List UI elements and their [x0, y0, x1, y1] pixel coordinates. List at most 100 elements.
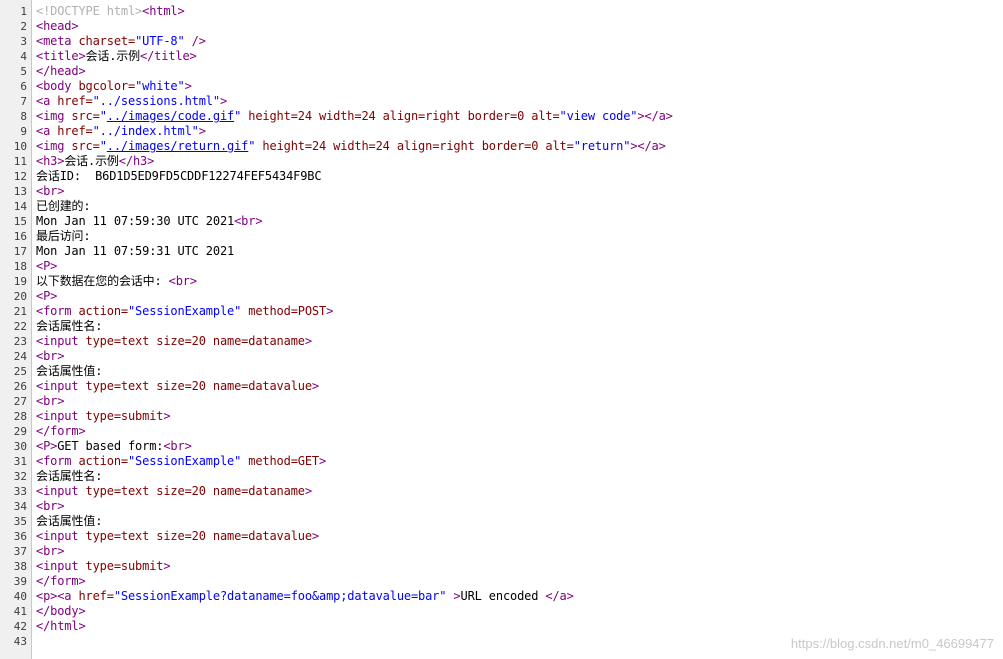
code-token: "white" [135, 79, 185, 93]
line-code: <h3>会话.示例</h3> [36, 154, 154, 169]
code-token: 最后访问: [36, 229, 91, 243]
line-code: <p><a href="SessionExample?dataname=foo&… [36, 589, 574, 604]
line-number: 32 [13, 470, 27, 483]
code-token: <P> [36, 289, 58, 303]
line-number: 24 [13, 350, 27, 363]
line-number: 4 [20, 50, 27, 63]
source-viewer[interactable]: 1 <!DOCTYPE html><html> 2 <head> 3 <meta char… [0, 0, 1003, 659]
code-token: > [219, 94, 228, 108]
source-line: 4 <title>会话.示例</title> [0, 49, 1003, 64]
code-token: /> [184, 34, 206, 48]
source-line: 22 会话属性名: [0, 319, 1003, 334]
line-code: <input type=text size=20 name=dataname> [36, 334, 312, 349]
line-code: <a href="../sessions.html"> [36, 94, 227, 109]
source-line: 25 会话属性值: [0, 364, 1003, 379]
code-token: "SessionExample" [127, 304, 242, 318]
code-token: ></a> [637, 109, 673, 123]
line-number: 3 [20, 35, 27, 48]
line-code: 会话属性名: [36, 319, 102, 334]
code-token: </form> [36, 424, 86, 438]
line-code: 最后访问: [36, 229, 91, 244]
line-code: <input type=submit> [36, 559, 171, 574]
source-line: 32 会话属性名: [0, 469, 1003, 484]
source-line: 17 Mon Jan 11 07:59:31 UTC 2021 [0, 244, 1003, 259]
code-token: "SessionExample?dataname=foo&amp;dataval… [113, 589, 447, 603]
line-number: 20 [13, 290, 27, 303]
source-line: 19 以下数据在您的会话中: <br> [0, 274, 1003, 289]
code-token: </body> [36, 604, 86, 618]
code-token: href= [57, 94, 93, 108]
code-token: 会话属性名: [36, 319, 103, 333]
source-line: 41 </body> [0, 604, 1003, 619]
line-number: 29 [13, 425, 27, 438]
code-token: "return" [573, 139, 631, 153]
code-token: </html> [36, 619, 86, 633]
source-line: 24 <br> [0, 349, 1003, 364]
code-token: <p><a [36, 589, 79, 603]
code-token: <input [36, 379, 86, 393]
code-token: <form [36, 454, 79, 468]
source-line: 35 会话属性值: [0, 514, 1003, 529]
code-token: <input [36, 409, 86, 423]
line-code: <input type=text size=20 name=datavalue> [36, 379, 319, 394]
line-number: 30 [13, 440, 27, 453]
code-token: <html> [142, 4, 185, 18]
source-line: 20 <P> [0, 289, 1003, 304]
source-line: 36 <input type=text size=20 name=datavalu… [0, 529, 1003, 544]
code-token: type=text size=20 name=datavalue [85, 529, 313, 543]
code-token: GET based form: [57, 439, 164, 453]
code-token: 以下数据在您的会话中: [36, 274, 169, 288]
source-line: 37 <br> [0, 544, 1003, 559]
code-token: > [184, 79, 192, 93]
line-code: </form> [36, 424, 86, 439]
code-token: charset= [78, 34, 136, 48]
code-token: <br> [36, 349, 65, 363]
source-line: 2 <head> [0, 19, 1003, 34]
code-token: > [163, 409, 171, 423]
code-token: </a> [545, 589, 574, 603]
line-number: 37 [13, 545, 27, 558]
line-number: 19 [13, 275, 27, 288]
code-token: <meta [36, 34, 79, 48]
line-number: 16 [13, 230, 27, 243]
line-number: 43 [13, 635, 27, 648]
code-token: <input [36, 334, 86, 348]
code-token: <input [36, 484, 86, 498]
code-token: href= [78, 589, 114, 603]
code-token: <input [36, 529, 86, 543]
line-number: 35 [13, 515, 27, 528]
line-code: <img src="../images/code.gif" height=24 … [36, 109, 673, 124]
source-link[interactable]: ../images/return.gif [107, 139, 249, 153]
source-line: 7 <a href="../sessions.html"> [0, 94, 1003, 109]
line-code: <input type=submit> [36, 409, 171, 424]
source-line: 16 最后访问: [0, 229, 1003, 244]
code-token: <P> [36, 259, 58, 273]
line-code: Mon Jan 11 07:59:30 UTC 2021<br> [36, 214, 263, 229]
code-token: <br> [36, 544, 65, 558]
line-code: <P>GET based form:<br> [36, 439, 192, 454]
line-code: 会话属性值: [36, 364, 102, 379]
line-number: 22 [13, 320, 27, 333]
line-number: 40 [13, 590, 27, 603]
line-number: 34 [13, 500, 27, 513]
line-number: 42 [13, 620, 27, 633]
code-token: </h3> [118, 154, 155, 168]
source-line: 26 <input type=text size=20 name=datavalu… [0, 379, 1003, 394]
line-code: <P> [36, 289, 57, 304]
source-line: 29 </form> [0, 424, 1003, 439]
source-lines[interactable]: 1 <!DOCTYPE html><html> 2 <head> 3 <meta char… [0, 4, 1003, 649]
line-code: <body bgcolor="white"> [36, 79, 192, 94]
code-token: type=submit [85, 409, 164, 423]
source-line: 39 </form> [0, 574, 1003, 589]
code-token: "UTF-8" [135, 34, 185, 48]
code-token: <br> [36, 394, 65, 408]
source-link[interactable]: ../images/code.gif [107, 109, 234, 123]
code-token: action= [78, 304, 128, 318]
source-line: 38 <input type=submit> [0, 559, 1003, 574]
code-token: type=text size=20 name=dataname [85, 334, 305, 348]
line-code: <head> [36, 19, 79, 34]
code-token: > [163, 559, 171, 573]
line-code: 会话属性值: [36, 514, 102, 529]
line-code: <br> [36, 499, 64, 514]
source-line: 18 <P> [0, 259, 1003, 274]
